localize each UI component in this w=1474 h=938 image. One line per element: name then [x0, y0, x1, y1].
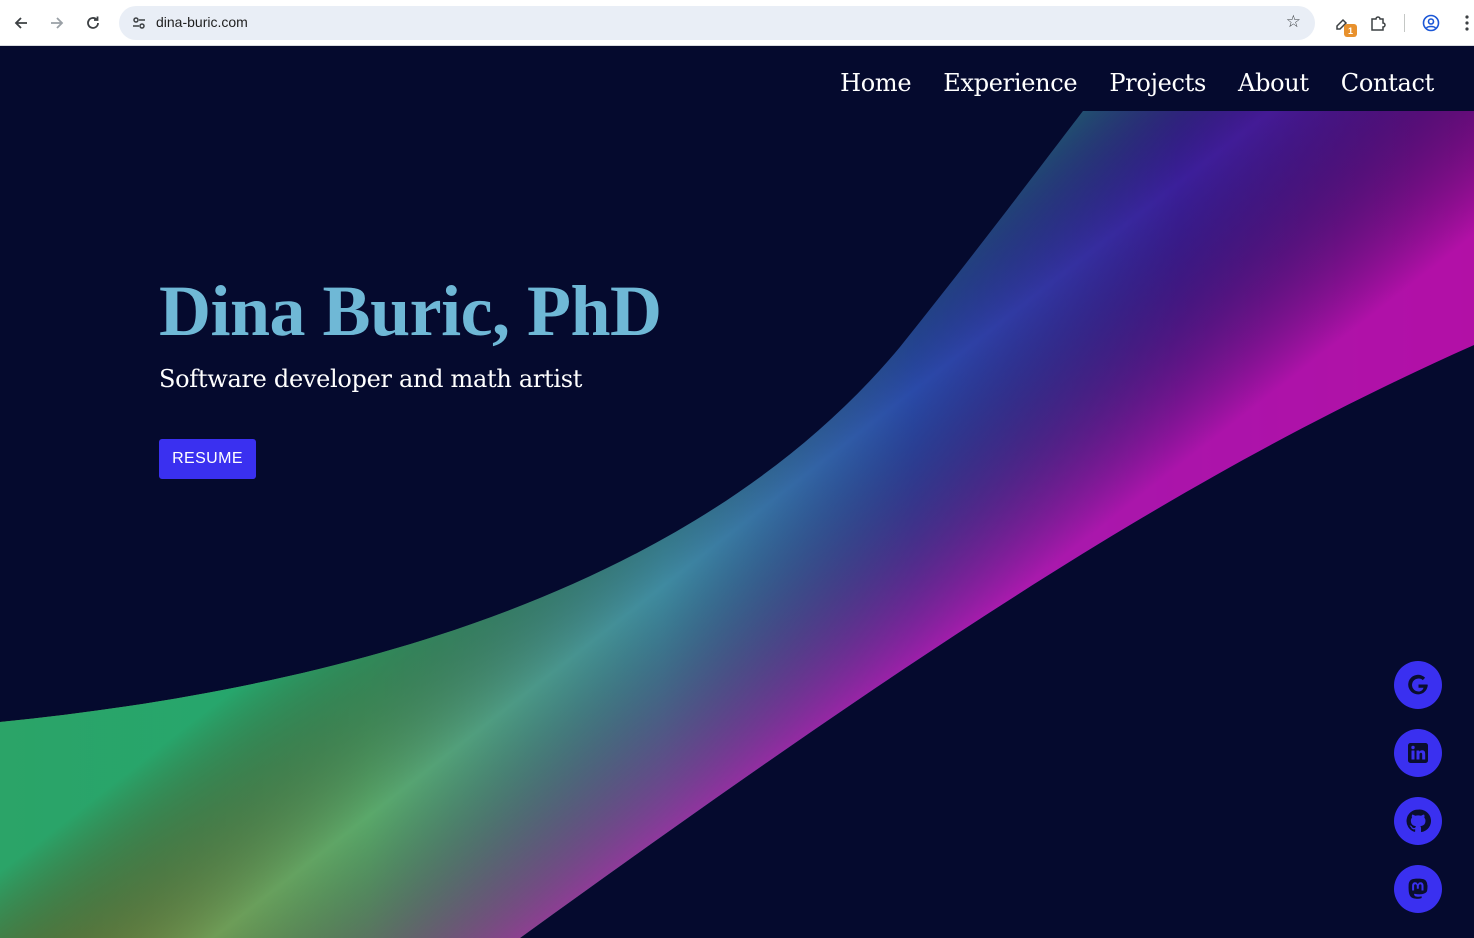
main-nav: Home Experience Projects About Contact: [840, 69, 1434, 97]
google-link[interactable]: [1394, 661, 1442, 709]
extensions-menu-button[interactable]: [1366, 11, 1390, 35]
extension-button[interactable]: 1: [1331, 11, 1357, 37]
chrome-menu-button[interactable]: [1455, 11, 1474, 35]
nav-home[interactable]: Home: [840, 69, 911, 97]
linkedin-icon: [1408, 743, 1428, 763]
reload-icon: [87, 16, 99, 29]
profile-icon: [1422, 14, 1440, 32]
profile-button[interactable]: [1419, 11, 1443, 35]
browser-toolbar: dina-buric.com ☆ 1: [0, 0, 1474, 46]
forward-arrow-icon: [51, 17, 64, 29]
back-button[interactable]: [7, 9, 35, 37]
url-text[interactable]: dina-buric.com: [156, 14, 248, 30]
nav-projects[interactable]: Projects: [1109, 69, 1206, 97]
mastodon-icon: [1408, 878, 1428, 899]
site-info-button[interactable]: [127, 11, 151, 35]
social-links: [1394, 661, 1442, 913]
nav-about[interactable]: About: [1238, 69, 1309, 97]
nav-contact[interactable]: Contact: [1341, 69, 1435, 97]
gradient-ribbon-art: [0, 111, 1474, 938]
linkedin-link[interactable]: [1394, 729, 1442, 777]
reload-button[interactable]: [79, 9, 107, 37]
toolbar-divider: [1404, 14, 1405, 32]
extension-badge: 1: [1344, 24, 1357, 37]
mastodon-link[interactable]: [1394, 865, 1442, 913]
hero-section: Dina Buric, PhD Software developer and m…: [159, 271, 662, 479]
page-content: Home Experience Projects About Contact D…: [0, 47, 1474, 938]
back-arrow-icon: [14, 17, 27, 29]
nav-experience[interactable]: Experience: [943, 69, 1077, 97]
hero-subtitle: Software developer and math artist: [159, 365, 583, 393]
hero-title: Dina Buric, PhD: [159, 271, 662, 351]
tune-icon: [133, 17, 145, 29]
github-link[interactable]: [1394, 797, 1442, 845]
more-vert-icon: [1465, 15, 1469, 31]
github-icon: [1406, 809, 1431, 833]
resume-button[interactable]: RESUME: [159, 439, 256, 479]
forward-button[interactable]: [43, 9, 71, 37]
puzzle-icon: [1371, 16, 1386, 31]
address-bar[interactable]: dina-buric.com ☆: [119, 6, 1315, 40]
google-icon: [1408, 674, 1428, 695]
bookmark-star-icon[interactable]: ☆: [1286, 12, 1301, 32]
